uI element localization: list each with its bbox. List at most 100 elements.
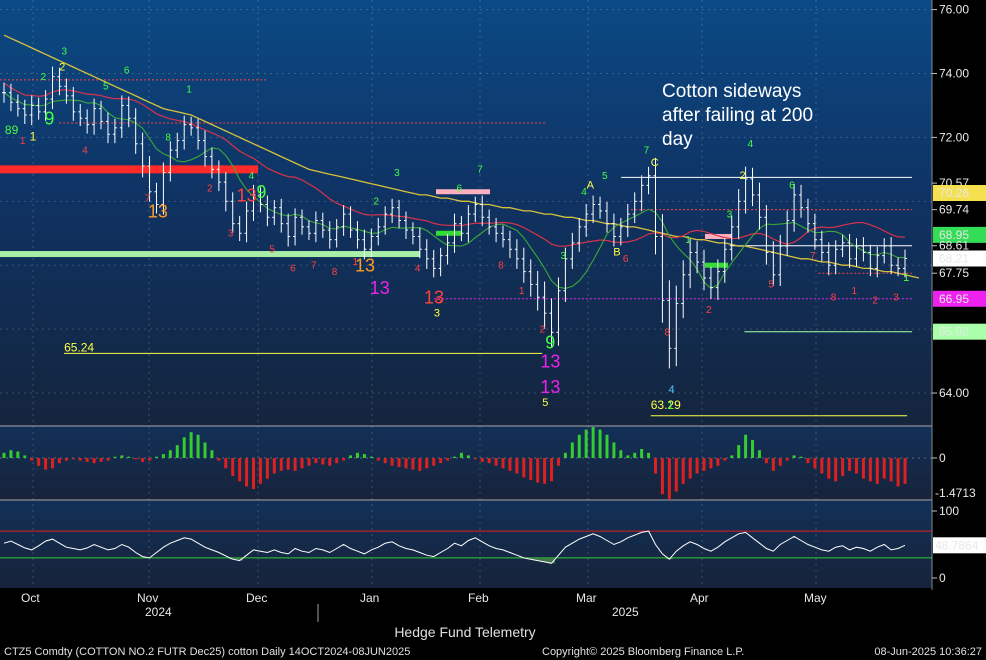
macd-bar	[813, 458, 817, 469]
annotation-line-2: after failing at 200	[662, 105, 813, 126]
x-tick-label: Dec	[246, 591, 267, 605]
macd-bar	[148, 458, 152, 461]
td-count-digit: 5	[103, 81, 109, 92]
rsi-last-label: 48.7864	[935, 538, 979, 552]
macd-bar	[439, 458, 443, 464]
macd-bar	[335, 458, 339, 464]
price-panel-bg	[0, 0, 932, 425]
macd-bar	[349, 455, 353, 458]
td-count-label: 9	[545, 332, 555, 352]
macd-bar	[383, 458, 387, 464]
macd-bar	[99, 458, 103, 462]
macd-bar	[744, 434, 748, 458]
macd-zero-label: 0	[939, 451, 946, 465]
td-count-digit: 7	[311, 260, 317, 271]
td-count-digit: 1	[519, 286, 525, 297]
macd-bar	[404, 458, 408, 469]
macd-bar	[30, 458, 34, 461]
macd-bar	[757, 450, 761, 458]
td-count-digit: 6	[789, 181, 795, 192]
macd-bar	[16, 451, 20, 458]
macd-bar	[265, 458, 269, 479]
macd-bar	[660, 458, 664, 495]
td-count-label: C	[651, 157, 659, 169]
td-count-digit: 6	[290, 264, 296, 275]
td-count-digit: 7	[644, 145, 650, 156]
x-tick-label: Nov	[137, 591, 158, 605]
td-count-digit: 7	[145, 193, 151, 204]
td-count-digit: 3	[893, 292, 899, 303]
year-label: 2024	[145, 605, 172, 619]
rsi-panel-bg	[0, 501, 932, 588]
price-label: 66.95	[939, 292, 969, 306]
td-count-digit: 2	[872, 296, 878, 307]
macd-bar	[252, 458, 256, 489]
macd-bar	[141, 458, 145, 462]
macd-bar	[161, 454, 165, 458]
macd-bar	[376, 458, 380, 461]
td-count-digit: 8	[165, 133, 171, 144]
td-count-digit: 4	[415, 264, 421, 275]
td-count-digit: 5	[269, 244, 275, 255]
x-tick-label: Oct	[21, 591, 40, 605]
bloomberg-chart: 289911313 91313 133913135ABC463.2912165.24…	[0, 0, 986, 658]
macd-bar	[681, 458, 685, 484]
macd-bar	[418, 458, 422, 471]
macd-bar	[508, 458, 512, 471]
macd-bar	[224, 458, 228, 469]
macd-bar	[536, 458, 540, 483]
macd-bar	[355, 452, 359, 458]
macd-bar	[702, 458, 706, 471]
td-count-label: 13	[370, 278, 390, 298]
macd-bar	[369, 456, 373, 458]
macd-bar	[647, 452, 651, 458]
td-count-label: 2	[59, 61, 65, 73]
macd-bar	[529, 458, 533, 480]
macd-bar	[411, 458, 415, 470]
macd-bar	[716, 458, 720, 466]
macd-bar	[113, 456, 117, 458]
macd-bar	[466, 455, 470, 458]
macd-bar	[362, 454, 366, 458]
macd-bar	[799, 456, 803, 458]
macd-bar	[127, 456, 131, 458]
td-count-digit: 3	[727, 209, 733, 220]
price-label: 70.26	[939, 186, 969, 200]
macd-bar	[834, 458, 838, 482]
macd-bar	[92, 458, 96, 464]
macd-bar	[640, 448, 644, 458]
level-band	[436, 230, 462, 236]
macd-bar	[321, 458, 325, 465]
td-count-digit: 4	[82, 145, 88, 156]
td-count-label: 5	[542, 397, 548, 409]
td-count-label: 13	[540, 351, 560, 371]
macd-bar	[245, 458, 249, 487]
macd-bar	[300, 458, 304, 469]
td-count-digit: 2	[373, 197, 379, 208]
td-count-digit: 2	[207, 184, 213, 195]
macd-bar	[730, 455, 734, 458]
macd-bar	[196, 434, 200, 458]
rsi-label: 100	[939, 504, 959, 518]
macd-bar	[709, 458, 713, 469]
td-count-digit: 1	[186, 85, 192, 96]
x-tick-label: Jan	[360, 591, 379, 605]
macd-bar	[626, 455, 630, 458]
macd-bar	[674, 458, 678, 492]
macd-bar	[203, 442, 207, 458]
level-band	[436, 189, 490, 195]
td-count-digit: 7	[477, 165, 483, 176]
td-count-label: B	[613, 247, 620, 259]
td-count-digit: 5	[768, 280, 774, 291]
td-count-label: 9	[256, 182, 266, 202]
td-count-digit: 8	[332, 267, 338, 278]
macd-bar	[120, 455, 124, 458]
macd-bar	[764, 458, 768, 464]
macd-bar	[425, 458, 429, 469]
macd-bar	[182, 437, 186, 458]
macd-bar	[550, 458, 554, 482]
td-count-digit: 8	[664, 328, 670, 339]
macd-bar	[459, 452, 463, 458]
macd-bar	[57, 458, 61, 464]
chart-container: 2 89 9 1 13 13 9 13 13 13 3 9 13 13 5 A B C 4 63.29 1 2 1 65.24…	[0, 0, 986, 660]
